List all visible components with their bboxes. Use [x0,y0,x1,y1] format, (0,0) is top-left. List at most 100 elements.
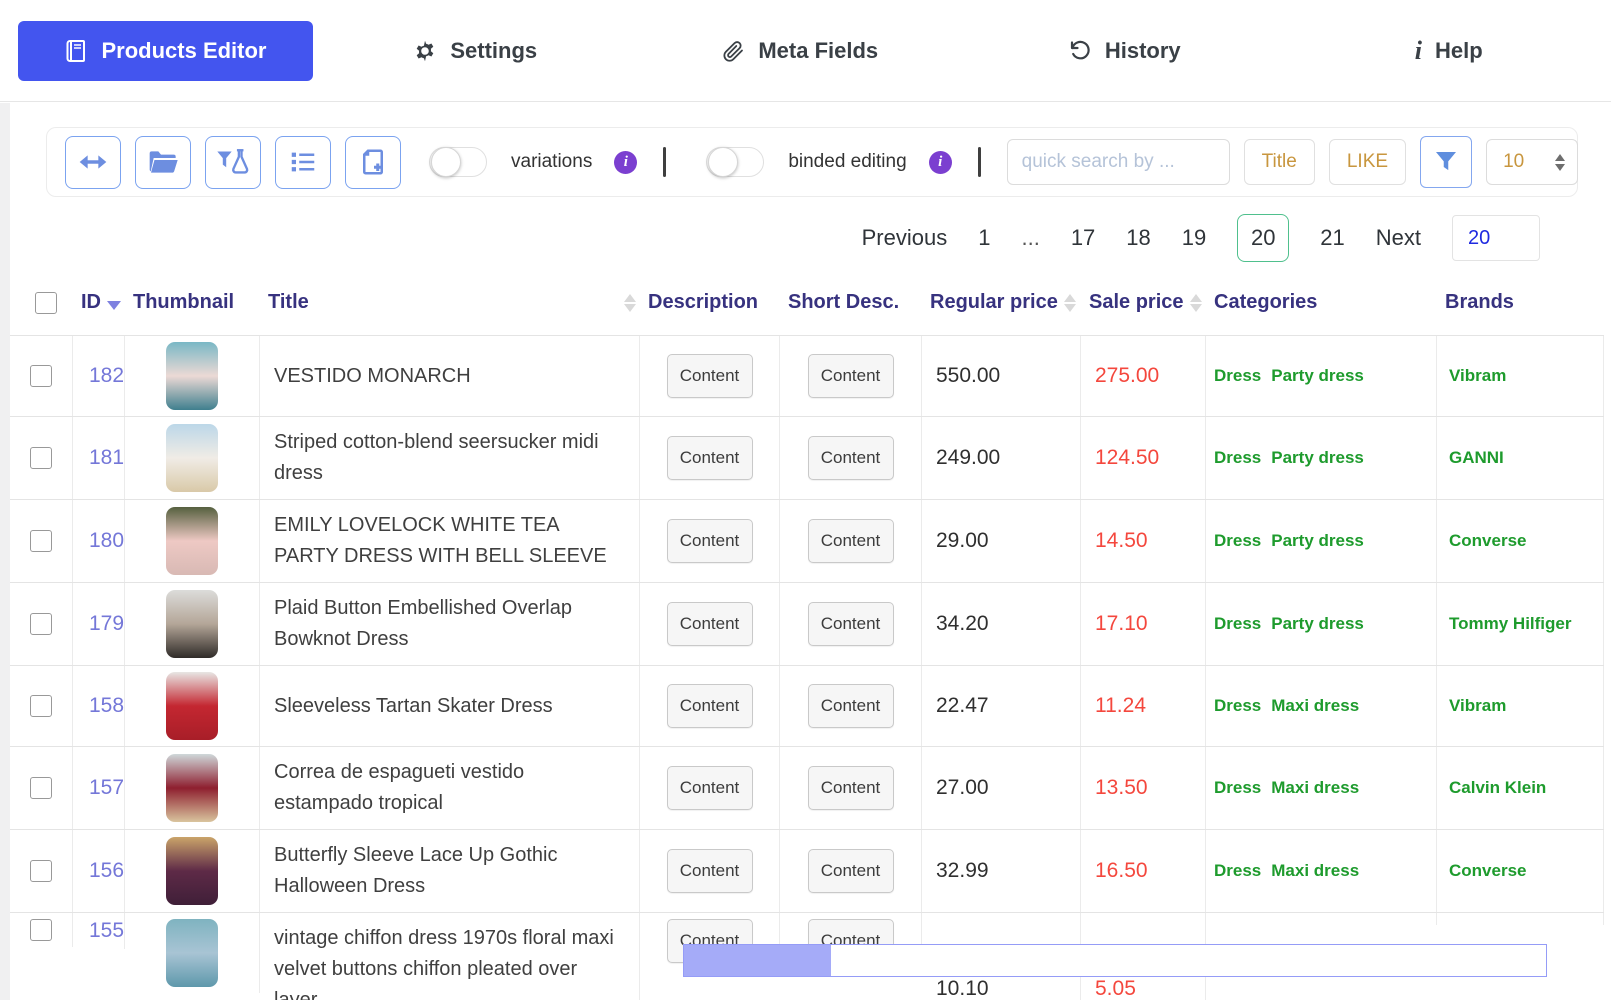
product-thumbnail[interactable] [166,919,218,987]
product-thumbnail[interactable] [166,590,218,658]
sale-price[interactable]: 124.50 [1081,417,1206,499]
category-link[interactable]: Party dress [1271,614,1364,634]
page-size-select[interactable]: 10 [1486,139,1579,185]
short-description-content-button[interactable]: Content [807,519,894,563]
tab-help[interactable]: i Help [1287,37,1611,64]
pagination-page-21[interactable]: 21 [1320,225,1344,251]
sale-price[interactable]: 275.00 [1081,336,1206,416]
category-link[interactable]: Dress [1214,778,1261,798]
product-id[interactable]: 158 [73,666,125,746]
pagination-page-18[interactable]: 18 [1126,225,1150,251]
add-product-button[interactable] [345,135,401,189]
product-id[interactable]: 155 [73,913,125,949]
category-link[interactable]: Maxi dress [1271,696,1359,716]
product-thumbnail[interactable] [166,672,218,740]
description-content-button[interactable]: Content [666,684,753,728]
description-content-button[interactable]: Content [666,849,753,893]
search-operator-button[interactable]: LIKE [1328,139,1407,185]
row-checkbox[interactable] [30,365,52,387]
row-checkbox[interactable] [30,919,52,941]
product-id[interactable]: 181 [73,417,125,499]
description-content-button[interactable]: Content [666,519,753,563]
product-thumbnail[interactable] [166,507,218,575]
binded-editing-info-icon[interactable]: i [928,150,952,174]
pagination-next[interactable]: Next [1376,225,1421,251]
category-link[interactable]: Party dress [1271,366,1364,386]
category-link[interactable]: Dress [1214,448,1261,468]
row-checkbox[interactable] [30,777,52,799]
product-title[interactable]: Plaid Button Embellished Overlap Bowknot… [260,583,640,665]
tab-meta-fields[interactable]: Meta Fields [638,38,963,64]
tab-history[interactable]: History [962,38,1287,64]
pagination-previous[interactable]: Previous [862,225,948,251]
open-folder-button[interactable] [135,135,191,189]
category-link[interactable]: Dress [1214,696,1261,716]
sort-icon[interactable] [1189,293,1202,312]
row-checkbox[interactable] [30,613,52,635]
product-title[interactable]: VESTIDO MONARCH [260,336,640,416]
header-regular-price[interactable]: Regular price [922,291,1081,314]
product-title[interactable]: Butterfly Sleeve Lace Up Gothic Hallowee… [260,830,640,912]
pagination-page-1[interactable]: 1 [978,225,990,251]
sort-icon[interactable] [1063,293,1076,312]
sale-price[interactable]: 17.10 [1081,583,1206,665]
search-field-button[interactable]: Title [1243,139,1315,185]
short-description-content-button[interactable]: Content [807,849,894,893]
product-title[interactable]: Correa de espagueti vestido estampado tr… [260,747,640,829]
product-id[interactable]: 180 [73,500,125,582]
short-description-content-button[interactable]: Content [807,354,894,398]
apply-filter-button[interactable] [1420,136,1473,188]
pagination-current-page[interactable]: 20 [1237,214,1290,262]
regular-price[interactable]: 34.20 [922,583,1081,665]
short-description-content-button[interactable]: Content [807,684,894,728]
select-all-checkbox[interactable] [34,291,57,314]
spinner-arrows-icon[interactable] [1555,153,1566,171]
tab-products-editor[interactable]: Products Editor [18,20,313,81]
category-link[interactable]: Party dress [1271,448,1364,468]
category-link[interactable]: Party dress [1271,531,1364,551]
regular-price[interactable]: 27.00 [922,747,1081,829]
sale-price[interactable]: 11.24 [1081,666,1206,746]
row-checkbox[interactable] [30,860,52,882]
row-checkbox[interactable] [30,530,52,552]
resize-columns-button[interactable] [65,135,121,189]
goto-page-input[interactable] [1452,215,1540,261]
category-link[interactable]: Dress [1214,531,1261,551]
description-content-button[interactable]: Content [666,436,753,480]
binded-editing-toggle[interactable] [706,147,765,177]
variations-info-icon[interactable]: i [614,150,638,174]
short-description-content-button[interactable]: Content [807,602,894,646]
regular-price[interactable]: 32.99 [922,830,1081,912]
brand-link[interactable]: Calvin Klein [1449,778,1546,798]
tab-settings[interactable]: Settings [313,38,638,64]
row-checkbox[interactable] [30,695,52,717]
brand-link[interactable]: Converse [1449,861,1526,881]
brand-link[interactable]: Tommy Hilfiger [1449,614,1571,634]
category-link[interactable]: Maxi dress [1271,778,1359,798]
product-id[interactable]: 179 [73,583,125,665]
filter-presets-button[interactable] [205,135,261,189]
category-link[interactable]: Dress [1214,366,1261,386]
category-link[interactable]: Dress [1214,614,1261,634]
sale-price[interactable]: 16.50 [1081,830,1206,912]
regular-price[interactable]: 22.47 [922,666,1081,746]
regular-price[interactable]: 249.00 [922,417,1081,499]
product-thumbnail[interactable] [166,754,218,822]
pagination-page-19[interactable]: 19 [1182,225,1206,251]
product-title[interactable]: Striped cotton-blend seersucker midi dre… [260,417,640,499]
brand-link[interactable]: Vibram [1449,366,1506,386]
columns-list-button[interactable] [275,135,331,189]
header-sale-price[interactable]: Sale price [1081,291,1206,314]
product-id[interactable]: 157 [73,747,125,829]
description-content-button[interactable]: Content [666,602,753,646]
brand-link[interactable]: Converse [1449,531,1526,551]
header-title[interactable]: Title [260,291,640,314]
description-content-button[interactable]: Content [666,766,753,810]
row-checkbox[interactable] [30,447,52,469]
product-id[interactable]: 182 [73,336,125,416]
description-content-button[interactable]: Content [666,354,753,398]
pagination-page-17[interactable]: 17 [1071,225,1095,251]
product-title[interactable]: Sleeveless Tartan Skater Dress [260,666,640,746]
brand-link[interactable]: GANNI [1449,448,1504,468]
product-thumbnail[interactable] [166,342,218,410]
